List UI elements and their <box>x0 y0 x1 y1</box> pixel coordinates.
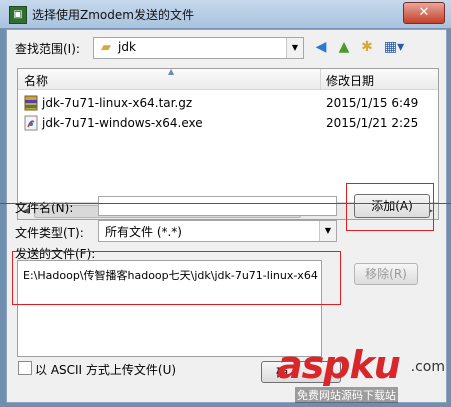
watermark-domain: .com <box>410 359 445 375</box>
file-row[interactable]: jdk-7u71-windows-x64.exe 2015/1/21 2:25 <box>18 113 438 133</box>
watermark-tagline: 免费网站源码下载站 <box>295 387 398 403</box>
filename-input[interactable] <box>98 196 337 216</box>
new-folder-icon[interactable]: ✱ <box>357 37 377 57</box>
chevron-down-icon[interactable]: ▼ <box>286 38 303 58</box>
file-date: 2015/1/15 6:49 <box>326 96 419 110</box>
sort-arrow-icon: ▲ <box>168 68 175 76</box>
column-name-header[interactable]: 名称 <box>24 72 48 89</box>
up-folder-icon[interactable]: ▲ <box>334 37 354 57</box>
filetype-combo[interactable]: 所有文件 (*.*) ▼ <box>98 220 337 242</box>
lookin-value: jdk <box>118 40 136 54</box>
exe-icon <box>24 115 38 131</box>
column-separator[interactable] <box>320 69 321 89</box>
lookin-combo[interactable]: ▰ jdk ▼ <box>93 37 304 59</box>
file-list-header: 名称 ▲ 修改日期 <box>18 69 438 90</box>
annotation-box-sendlist <box>12 251 341 305</box>
view-menu-icon[interactable]: ▦▾ <box>381 37 407 57</box>
archive-icon <box>24 95 38 111</box>
window-title: 选择使用Zmodem发送的文件 <box>32 8 194 22</box>
file-date: 2015/1/21 2:25 <box>326 116 419 130</box>
folder-icon: ▰ <box>101 40 111 55</box>
filename-label: 文件名(N): <box>15 201 74 215</box>
filetype-value: 所有文件 (*.*) <box>105 225 182 239</box>
app-icon: ▣ <box>9 6 27 24</box>
title-bar: ▣ 选择使用Zmodem发送的文件 ✕ <box>0 0 451 29</box>
close-button[interactable]: ✕ <box>403 2 445 24</box>
file-name: jdk-7u71-windows-x64.exe <box>42 116 203 130</box>
file-row[interactable]: jdk-7u71-linux-x64.tar.gz 2015/1/15 6:49 <box>18 93 438 113</box>
watermark-brand: aspku <box>277 343 401 387</box>
filetype-label: 文件类型(T): <box>15 226 84 240</box>
annotation-box-add <box>346 183 434 231</box>
ascii-label: 以 ASCII 方式上传文件(U) <box>35 363 177 377</box>
watermark-logo: aspku .com 免费网站源码下载站 <box>277 343 447 403</box>
lookin-label: 查找范围(I): <box>15 42 80 56</box>
remove-button[interactable]: 移除(R) <box>354 263 418 285</box>
column-date-header[interactable]: 修改日期 <box>326 72 374 89</box>
back-icon[interactable]: ◀ <box>311 37 331 57</box>
zmodem-send-dialog: ▣ 选择使用Zmodem发送的文件 ✕ 查找范围(I): ▰ jdk ▼ ◀ ▲… <box>0 0 451 407</box>
ascii-checkbox[interactable] <box>18 361 32 375</box>
chevron-down-icon[interactable]: ▼ <box>319 221 336 241</box>
file-name: jdk-7u71-linux-x64.tar.gz <box>42 96 193 110</box>
